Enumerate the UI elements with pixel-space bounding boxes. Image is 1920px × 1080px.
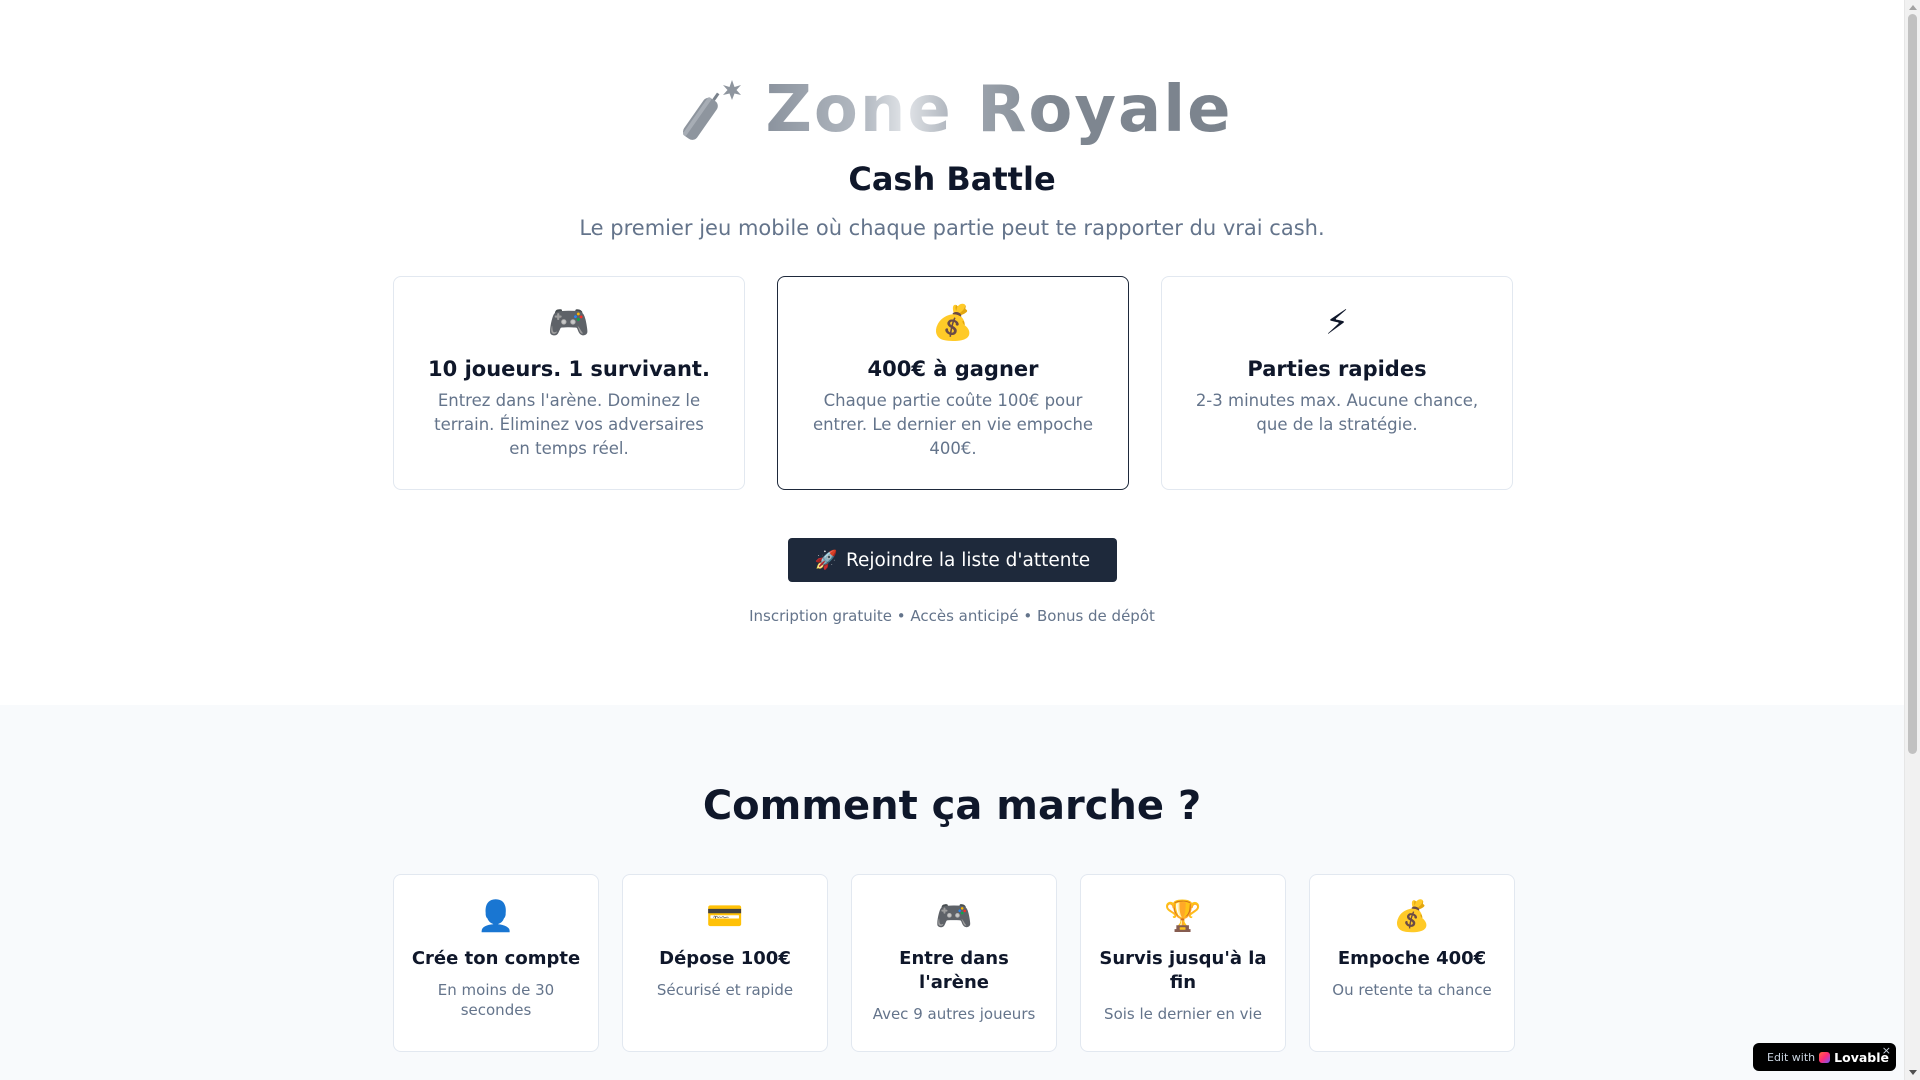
step-title: Empoche 400€ (1337, 948, 1487, 969)
feature-title: Parties rapides (1247, 357, 1427, 381)
feature-card-players: 🎮 10 joueurs. 1 survivant. Entrez dans l… (393, 276, 745, 490)
feature-title: 400€ à gagner (867, 357, 1039, 381)
close-icon[interactable]: × (1882, 1044, 1891, 1057)
trophy-icon: 🏆 (1164, 899, 1202, 934)
lightning-icon: ⚡ (1325, 303, 1349, 343)
feature-description: Entrez dans l'arène. Dominez le terrain.… (434, 391, 704, 458)
join-waitlist-label: Rejoindre la liste d'attente (845, 549, 1091, 571)
feature-title: 10 joueurs. 1 survivant. (428, 357, 710, 381)
join-waitlist-button[interactable]: 🚀 Rejoindre la liste d'attente (788, 538, 1117, 582)
step-title: Survis jusqu'à la fin (1099, 948, 1267, 993)
game-controller-icon: 🎮 (547, 303, 591, 343)
credit-card-icon: 💳 (706, 899, 744, 934)
page-scrollbar[interactable] (1904, 0, 1920, 1080)
brand-title: Zone Royale (765, 73, 1233, 147)
rocket-icon: 🚀 (814, 550, 838, 571)
lovable-brand-label: Lovable (1834, 1049, 1889, 1065)
section-title: Comment ça marche ? (702, 783, 1202, 829)
step-description: En moins de 30 secondes (437, 981, 555, 1019)
step-title: Dépose 100€ (659, 948, 791, 969)
scroll-up-arrow-icon[interactable] (1909, 5, 1917, 10)
step-card-deposit: 💳 Dépose 100€ Sécurisé et rapide (622, 874, 828, 1052)
money-bag-icon: 💰 (931, 303, 975, 343)
step-title: Entre dans l'arène (899, 948, 1009, 993)
feature-description: 2-3 minutes max. Aucune chance, que de l… (1195, 391, 1479, 434)
perks-line: Inscription gratuite • Accès anticipé • … (749, 607, 1155, 625)
step-description: Avec 9 autres joueurs (872, 1005, 1036, 1023)
step-title: Crée ton compte (411, 948, 581, 969)
hero-section: Zone Royale Cash Battle Le premier jeu m… (0, 0, 1904, 705)
step-card-win: 💰 Empoche 400€ Ou retente ta chance (1309, 874, 1515, 1052)
step-card-create-account: 👤 Crée ton compte En moins de 30 seconde… (393, 874, 599, 1052)
money-bag-icon: 💰 (1393, 899, 1431, 934)
step-description: Sois le dernier en vie (1104, 1005, 1262, 1023)
edit-with-lovable-badge[interactable]: Edit with Lovable × (1753, 1043, 1896, 1071)
feature-card-speed: ⚡ Parties rapides 2-3 minutes max. Aucun… (1161, 276, 1513, 490)
scroll-down-arrow-icon[interactable] (1909, 1070, 1917, 1075)
game-controller-icon: 🎮 (935, 899, 973, 934)
step-card-survive: 🏆 Survis jusqu'à la fin Sois le dernier … (1080, 874, 1286, 1052)
user-icon: 👤 (477, 899, 515, 934)
page-subtitle: Cash Battle (848, 160, 1056, 198)
step-description: Sécurisé et rapide (656, 981, 794, 999)
step-description: Ou retente ta chance (1332, 981, 1492, 999)
edit-with-label: Edit with (1767, 1050, 1816, 1064)
lovable-logo-icon (1819, 1051, 1831, 1063)
feature-card-prize: 💰 400€ à gagner Chaque partie coûte 100€… (777, 276, 1129, 490)
brand-header: Zone Royale (0, 74, 1904, 146)
step-card-enter-arena: 🎮 Entre dans l'arène Avec 9 autres joueu… (851, 874, 1057, 1052)
scrollbar-thumb[interactable] (1908, 14, 1917, 754)
feature-description: Chaque partie coûte 100€ pour entrer. Le… (812, 391, 1094, 458)
how-it-works-section: Comment ça marche ? 👤 Crée ton compte En… (0, 705, 1904, 1080)
firework-rocket-icon (683, 80, 742, 140)
tagline: Le premier jeu mobile où chaque partie p… (579, 216, 1325, 240)
